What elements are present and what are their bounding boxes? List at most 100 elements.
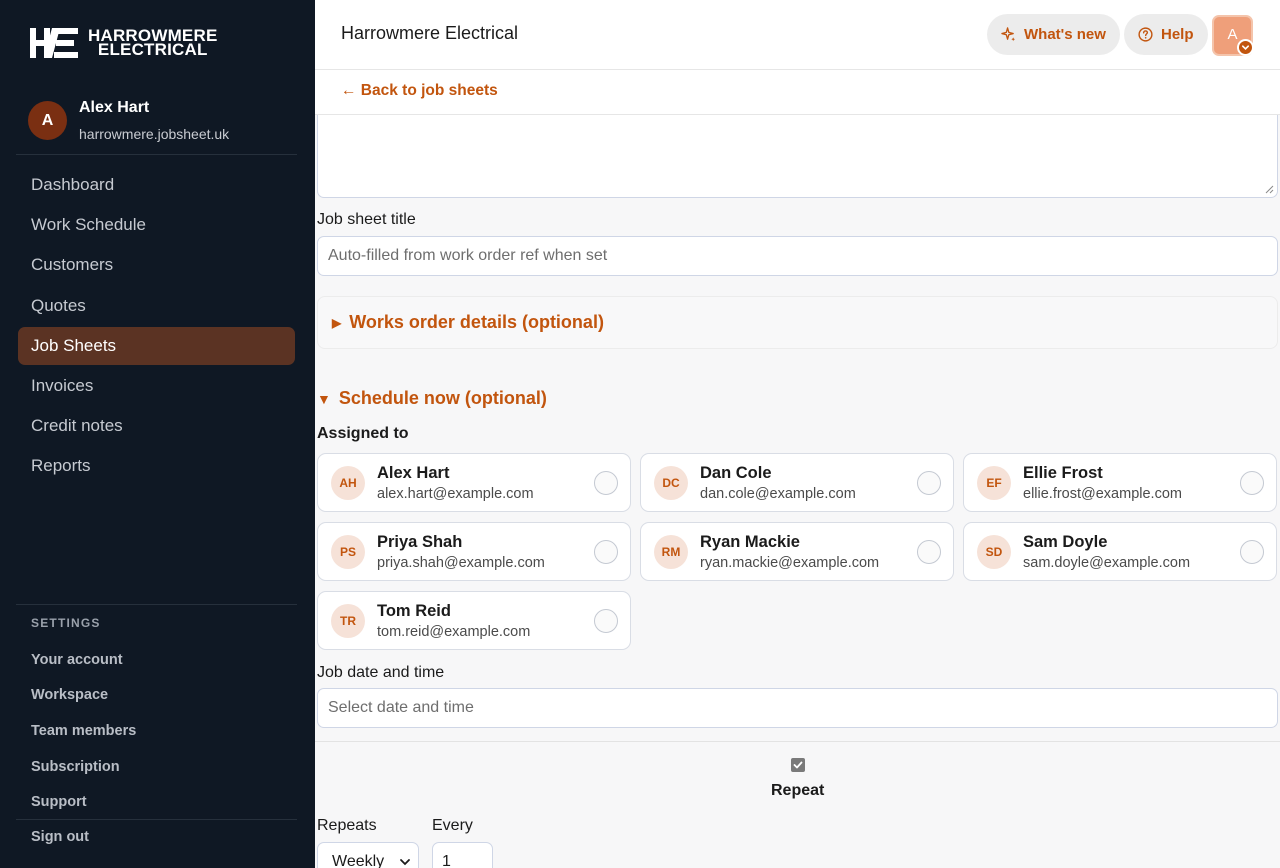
assignee-radio[interactable] (594, 609, 618, 633)
assignee-radio[interactable] (594, 540, 618, 564)
schedule-toggle[interactable]: ▼ Schedule now (optional) (317, 388, 547, 409)
nav-item-quotes[interactable]: Quotes (18, 287, 295, 325)
settings-item-workspace[interactable]: Workspace (31, 678, 136, 714)
nav-item-job-sheets[interactable]: Job Sheets (18, 326, 295, 365)
assignee-email: dan.cole@example.com (700, 486, 856, 502)
sign-out-link[interactable]: Sign out (31, 829, 89, 845)
assignee-card[interactable]: AH Alex Hart alex.hart@example.com (317, 453, 631, 512)
assignee-radio[interactable] (1240, 540, 1264, 564)
nav-item-customers[interactable]: Customers (18, 246, 295, 284)
works-order-details-toggle[interactable]: ▶ Works order details (optional) (317, 296, 1278, 349)
brand-logo[interactable]: HARROWMERE ELECTRICAL (30, 27, 218, 59)
nav-item-credit-notes[interactable]: Credit notes (18, 407, 295, 445)
whats-new-button[interactable]: What's new (987, 14, 1120, 55)
assigned-to-label: Assigned to (317, 425, 409, 442)
account-menu-avatar[interactable]: A (1212, 15, 1254, 56)
avatar: RM (654, 535, 688, 569)
description-textarea[interactable] (317, 115, 1278, 198)
assignee-card[interactable]: EF Ellie Frost ellie.frost@example.com (963, 453, 1277, 512)
assignee-name: Ellie Frost (1023, 464, 1103, 482)
assignee-email: tom.reid@example.com (377, 624, 531, 640)
assignee-name: Ryan Mackie (700, 533, 800, 551)
repeats-label: Repeats (317, 817, 377, 834)
sidebar: HARROWMERE ELECTRICAL A Alex Hart harrow… (0, 0, 315, 868)
avatar: DC (654, 466, 688, 500)
settings-item-your-account[interactable]: Your account (31, 642, 136, 678)
works-order-summary: Works order details (optional) (349, 312, 604, 332)
page-title: Harrowmere Electrical (341, 23, 519, 43)
avatar: A (28, 101, 67, 140)
avatar: AH (331, 466, 365, 500)
nav-item-work-schedule[interactable]: Work Schedule (18, 206, 295, 244)
nav-item-invoices[interactable]: Invoices (18, 367, 295, 405)
schedule-summary: Schedule now (optional) (338, 388, 547, 408)
settings-item-subscription[interactable]: Subscription (31, 749, 136, 785)
assignee-radio[interactable] (917, 471, 941, 495)
top-bar: Harrowmere Electrical What's new Help A (315, 0, 1280, 70)
chevron-down-icon (400, 859, 410, 866)
avatar: TR (331, 604, 365, 638)
nav-item-reports[interactable]: Reports (18, 447, 295, 485)
assignee-email: sam.doyle@example.com (1023, 555, 1191, 571)
assignee-card[interactable]: TR Tom Reid tom.reid@example.com (317, 591, 631, 650)
main-nav: Dashboard Work Schedule Customers Quotes… (18, 166, 295, 488)
avatar: PS (331, 535, 365, 569)
logo-wordmark: HARROWMERE ELECTRICAL (88, 27, 218, 59)
divider (16, 154, 297, 155)
repeats-value: Weekly (332, 853, 385, 868)
logo-mark-icon (30, 28, 78, 58)
settings-item-team-members[interactable]: Team members (31, 713, 136, 749)
assignee-name: Sam Doyle (1023, 533, 1108, 551)
help-circle-icon (1138, 27, 1153, 42)
checkmark-icon (793, 761, 803, 769)
user-name: Alex Hart (79, 99, 150, 116)
settings-heading: SETTINGS (31, 616, 101, 630)
settings-item-support[interactable]: Support (31, 784, 136, 820)
assignee-radio[interactable] (594, 471, 618, 495)
divider (315, 741, 1280, 742)
job-date-input[interactable]: Select date and time (317, 688, 1278, 728)
assignee-email: alex.hart@example.com (377, 486, 534, 502)
every-label: Every (432, 817, 473, 834)
avatar-initial: A (1227, 26, 1238, 43)
assignee-radio[interactable] (917, 540, 941, 564)
avatar: EF (977, 466, 1011, 500)
job-title-input[interactable]: Auto-filled from work order ref when set (317, 236, 1278, 276)
assignee-name: Tom Reid (377, 602, 451, 620)
job-title-label: Job sheet title (317, 211, 416, 228)
assignee-name: Alex Hart (377, 464, 450, 482)
user-profile[interactable]: A Alex Hart harrowmere.jobsheet.uk (28, 99, 229, 142)
assignee-email: ellie.frost@example.com (1023, 486, 1182, 502)
assignee-card[interactable]: PS Priya Shah priya.shah@example.com (317, 522, 631, 581)
assignee-name: Dan Cole (700, 464, 772, 482)
sparkle-icon (1001, 27, 1016, 42)
repeat-label: Repeat (771, 782, 825, 799)
job-date-label: Job date and time (317, 664, 445, 681)
user-domain: harrowmere.jobsheet.uk (79, 126, 230, 142)
assignee-radio[interactable] (1240, 471, 1264, 495)
assignee-card[interactable]: DC Dan Cole dan.cole@example.com (640, 453, 954, 512)
assignee-card[interactable]: SD Sam Doyle sam.doyle@example.com (963, 522, 1277, 581)
job-sheet-form: Job sheet title Auto-filled from work or… (315, 115, 1280, 868)
repeat-checkbox[interactable] (791, 758, 805, 772)
assignee-email: ryan.mackie@example.com (700, 555, 880, 571)
assignee-card[interactable]: RM Ryan Mackie ryan.mackie@example.com (640, 522, 954, 581)
triangle-down-icon: ▼ (317, 390, 331, 407)
resize-handle-icon[interactable] (1264, 184, 1274, 194)
back-bar: ← Back to job sheets (315, 70, 1280, 115)
repeats-select[interactable]: Weekly (317, 842, 419, 868)
nav-item-dashboard[interactable]: Dashboard (18, 166, 295, 204)
help-button[interactable]: Help (1124, 14, 1208, 55)
help-label: Help (1161, 26, 1194, 43)
avatar: SD (977, 535, 1011, 569)
every-input[interactable]: 1 (432, 842, 493, 868)
divider (16, 819, 297, 820)
whats-new-label: What's new (1024, 26, 1106, 43)
assignee-name: Priya Shah (377, 533, 463, 551)
settings-nav: Your account Workspace Team members Subs… (31, 642, 136, 820)
divider (16, 604, 297, 605)
logo-line-2: ELECTRICAL (97, 40, 208, 59)
assignee-email: priya.shah@example.com (377, 555, 545, 571)
back-to-job-sheets-link[interactable]: ← Back to job sheets (341, 82, 498, 100)
chevron-down-icon (1237, 39, 1254, 56)
